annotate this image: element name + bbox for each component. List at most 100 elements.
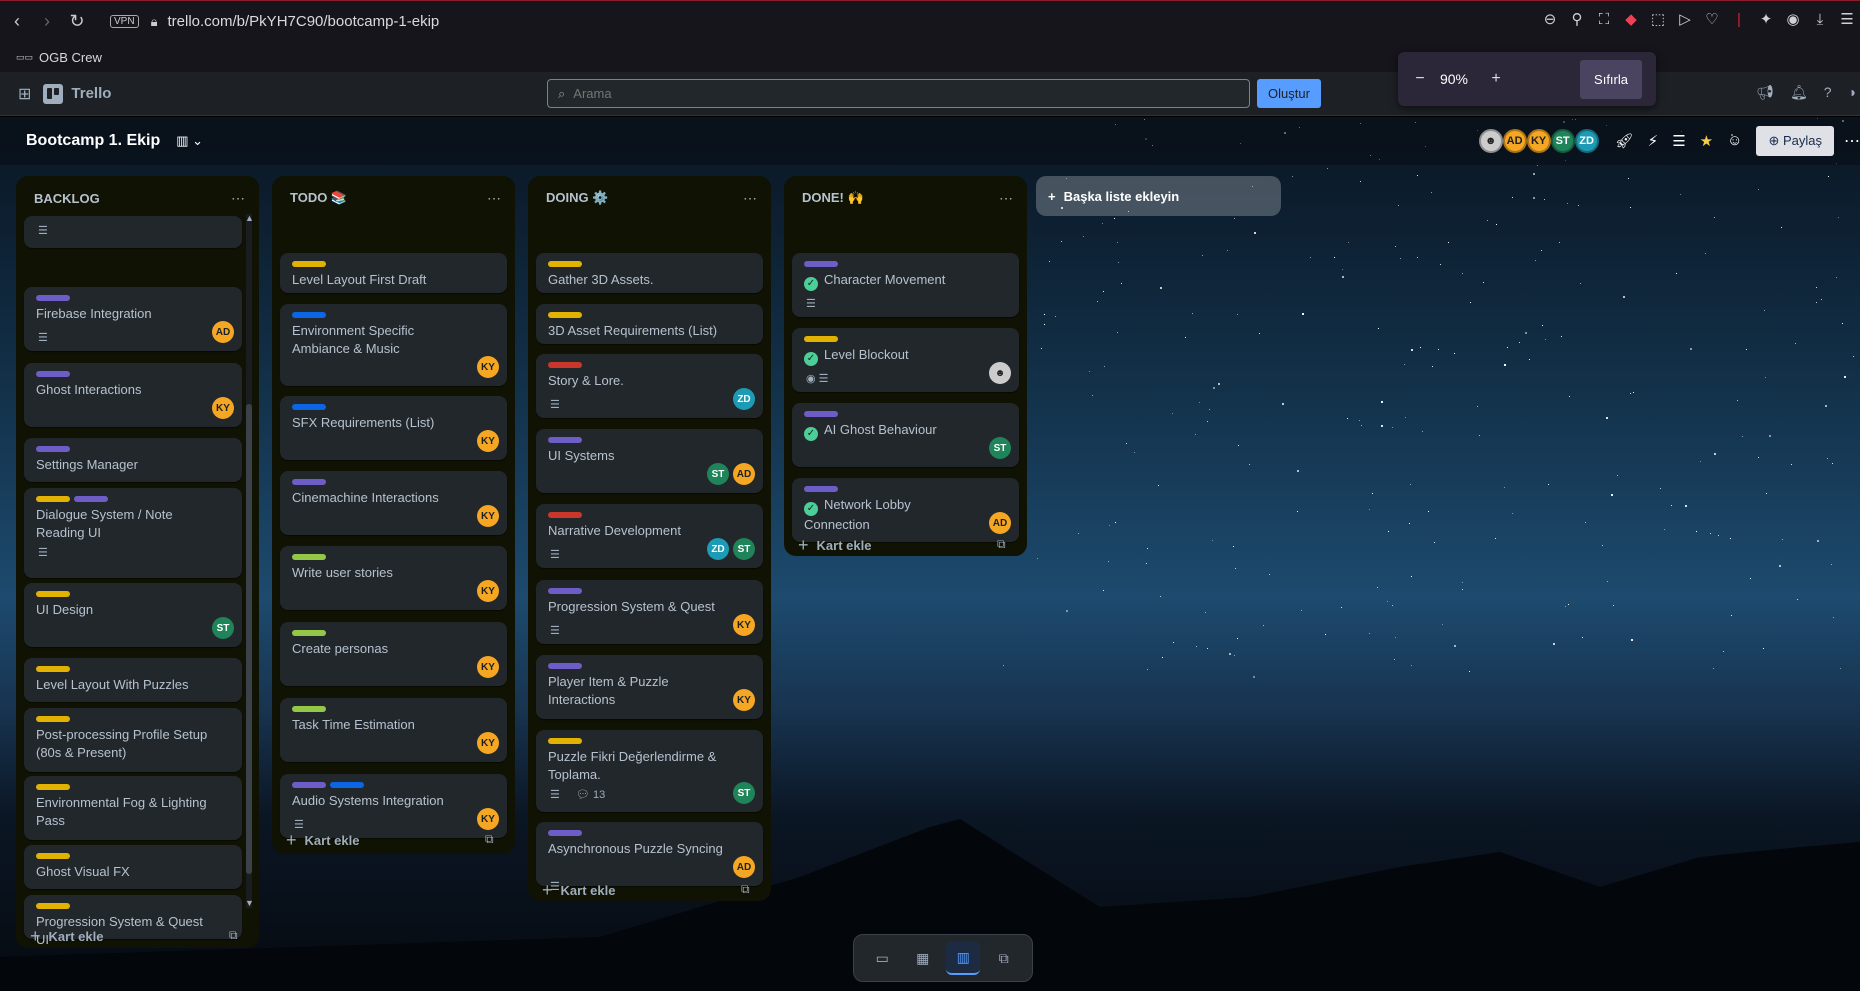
- help-icon[interactable]: ?: [1824, 84, 1832, 101]
- label-green[interactable]: [292, 706, 326, 712]
- add-card-button[interactable]: + Kart ekle: [798, 535, 871, 556]
- switch-board-icon[interactable]: ⧉: [987, 941, 1021, 975]
- member-avatar[interactable]: KY: [477, 656, 499, 678]
- add-card-button[interactable]: + Kart ekle: [542, 880, 615, 901]
- member-avatar[interactable]: ST: [212, 617, 234, 639]
- label-purple[interactable]: [804, 261, 838, 267]
- label-purple[interactable]: [548, 437, 582, 443]
- label-yellow[interactable]: [36, 496, 70, 502]
- more-icon[interactable]: ⋯: [743, 190, 757, 207]
- card[interactable]: Ghost Visual FX: [24, 845, 242, 889]
- bell-icon[interactable]: 🔔︎: [1790, 84, 1808, 101]
- member-avatar[interactable]: ST: [733, 538, 755, 560]
- member-avatar[interactable]: ST: [989, 437, 1011, 459]
- card[interactable]: Post-processing Profile Setup (80s & Pre…: [24, 708, 242, 772]
- play-icon[interactable]: ▷: [1676, 11, 1694, 29]
- label-purple[interactable]: [74, 496, 108, 502]
- card[interactable]: Create personas KY: [280, 622, 507, 686]
- label-purple[interactable]: [548, 830, 582, 836]
- scroll-up-icon[interactable]: ▲: [245, 213, 254, 223]
- more-icon[interactable]: ⋯: [999, 190, 1013, 207]
- zoom-reset-button[interactable]: Sıfırla: [1580, 59, 1642, 99]
- member-avatar[interactable]: AD: [212, 321, 234, 343]
- board-title[interactable]: Bootcamp 1. Ekip: [26, 132, 160, 150]
- create-button[interactable]: Oluştur: [1257, 79, 1321, 108]
- board-view-icon[interactable]: ▥: [946, 941, 981, 975]
- scrollbar-thumb[interactable]: [246, 404, 252, 874]
- trello-logo[interactable]: Trello: [43, 83, 111, 104]
- label-red[interactable]: [548, 512, 582, 518]
- label-blue[interactable]: [292, 312, 326, 318]
- filter-icon[interactable]: ☰: [1672, 132, 1685, 150]
- card[interactable]: Environmental Fog & Lighting Pass: [24, 776, 242, 840]
- label-yellow[interactable]: [36, 666, 70, 672]
- card[interactable]: Puzzle Fikri Değerlendirme & Toplama. ☰ 💬︎…: [536, 730, 763, 812]
- card[interactable]: Narrative Development ☰ ZD ST: [536, 504, 763, 568]
- add-card-button[interactable]: + Kart ekle: [286, 830, 359, 851]
- account-icon[interactable]: ◑: [1848, 84, 1856, 101]
- label-red[interactable]: [548, 362, 582, 368]
- label-yellow[interactable]: [36, 716, 70, 722]
- add-list-button[interactable]: + Başka liste ekleyin: [1036, 176, 1281, 216]
- list-header[interactable]: DONE! 🙌 ⋯: [784, 176, 1027, 220]
- label-yellow[interactable]: [292, 261, 326, 267]
- template-icon[interactable]: ⧉: [997, 537, 1846, 552]
- label-blue[interactable]: [330, 782, 364, 788]
- vpn-badge[interactable]: VPN: [110, 15, 139, 28]
- card[interactable]: Level Layout First Draft: [280, 253, 507, 293]
- pin-icon[interactable]: ⚲: [1568, 11, 1586, 29]
- card[interactable]: Audio Systems Integration ☰ KY: [280, 774, 507, 838]
- label-yellow[interactable]: [548, 312, 582, 318]
- member-avatar[interactable]: KY: [477, 505, 499, 527]
- pocket-icon[interactable]: ◆: [1622, 11, 1640, 29]
- search-box[interactable]: ⌕: [547, 79, 1250, 108]
- profile-icon[interactable]: ◉: [1784, 11, 1802, 29]
- label-yellow[interactable]: [548, 261, 582, 267]
- member-avatar[interactable]: KY: [212, 397, 234, 419]
- member-avatar[interactable]: KY: [733, 614, 755, 636]
- calendar-icon[interactable]: ▦: [906, 941, 940, 975]
- check-icon[interactable]: ✓: [804, 502, 818, 516]
- card[interactable]: Progression System & Quest ☰ KY: [536, 580, 763, 644]
- card[interactable]: Settings Manager: [24, 438, 242, 482]
- label-blue[interactable]: [292, 404, 326, 410]
- card[interactable]: UI Systems ST AD: [536, 429, 763, 493]
- list-header[interactable]: BACKLOG ⋯: [16, 176, 259, 220]
- list-header[interactable]: TODO 📚 ⋯: [272, 176, 515, 220]
- card[interactable]: ✓ Character Movement ☰: [792, 253, 1019, 317]
- card[interactable]: Gather 3D Assets.: [536, 253, 763, 293]
- people-icon[interactable]: ☺: [1727, 132, 1742, 150]
- member-avatar[interactable]: ST: [733, 782, 755, 804]
- template-icon[interactable]: ⧉: [741, 882, 1846, 897]
- member-avatar[interactable]: KY: [1526, 129, 1551, 153]
- member-avatar[interactable]: ST: [707, 463, 729, 485]
- arrow-left-icon[interactable]: ‹: [4, 11, 30, 32]
- label-purple[interactable]: [548, 588, 582, 594]
- more-icon[interactable]: ⋯: [1844, 131, 1860, 151]
- snapshot-icon[interactable]: ⬚: [1649, 11, 1667, 29]
- member-avatar[interactable]: AD: [733, 856, 755, 878]
- address-bar[interactable]: trello.com/b/PkYH7C90/bootcamp-1-ekip: [167, 13, 439, 30]
- bookmark-ogb-crew[interactable]: OGB Crew: [39, 50, 102, 65]
- add-card-button[interactable]: + Kart ekle: [30, 926, 103, 947]
- scrollbar[interactable]: [246, 214, 252, 908]
- label-green[interactable]: [292, 554, 326, 560]
- more-icon[interactable]: ⋯: [231, 190, 245, 207]
- card[interactable]: Asynchronous Puzzle Syncing ☰ AD: [536, 822, 763, 893]
- label-purple[interactable]: [548, 663, 582, 669]
- list-title[interactable]: TODO 📚: [290, 190, 347, 206]
- member-avatar[interactable]: ☻: [989, 362, 1011, 384]
- label-green[interactable]: [292, 630, 326, 636]
- zoom-in-button[interactable]: +: [1482, 70, 1510, 88]
- share-button[interactable]: ⊕ Paylaş: [1756, 126, 1834, 156]
- member-avatar[interactable]: AD: [1502, 129, 1527, 153]
- member-avatar[interactable]: KY: [477, 430, 499, 452]
- card[interactable]: ✓ AI Ghost Behaviour ST: [792, 403, 1019, 467]
- heart-icon[interactable]: ♡: [1703, 11, 1721, 29]
- extensions-icon[interactable]: ✦: [1757, 11, 1775, 29]
- label-purple[interactable]: [804, 486, 838, 492]
- board-view-switcher[interactable]: ▥ ⌄: [176, 133, 203, 149]
- list-title[interactable]: DONE! 🙌: [802, 190, 864, 206]
- menu-icon[interactable]: ☰: [1838, 11, 1856, 29]
- search-input[interactable]: [573, 86, 1174, 101]
